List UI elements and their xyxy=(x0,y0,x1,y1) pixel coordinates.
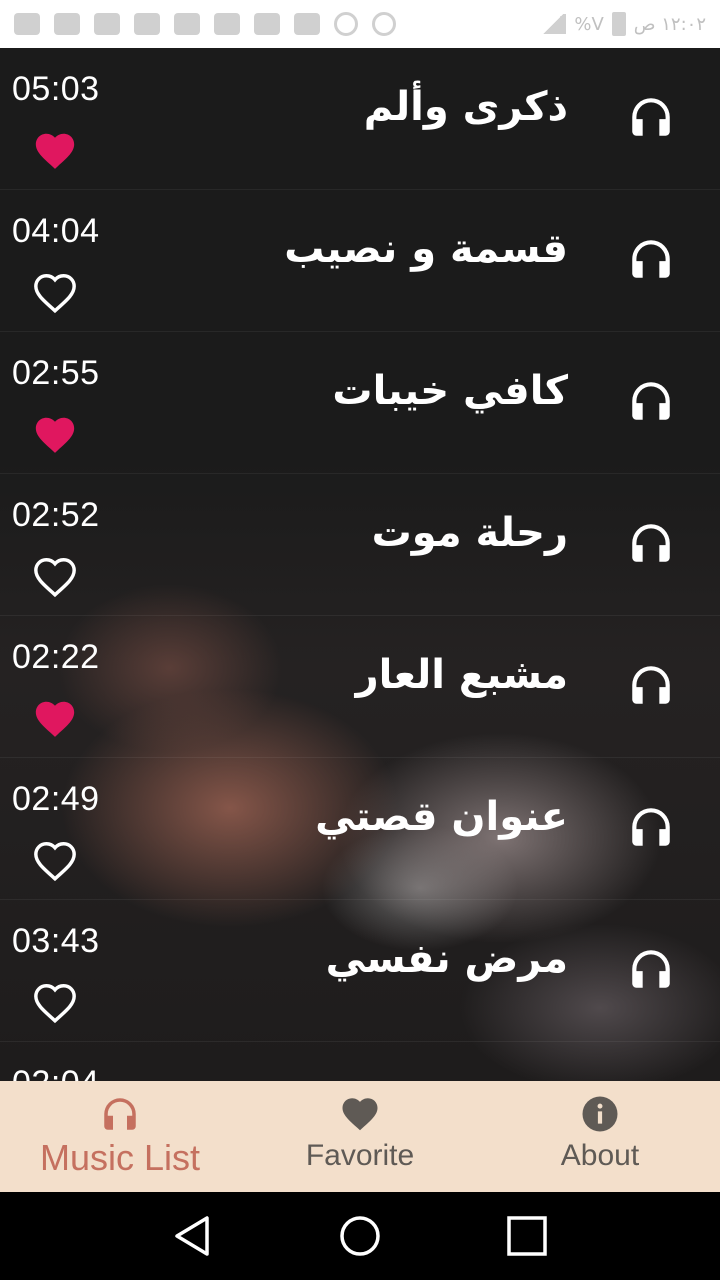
track-duration: 04:04 xyxy=(12,212,100,250)
status-bar: %V ١٢:٠٢ ص xyxy=(0,0,720,48)
image-icon xyxy=(214,13,240,35)
track-row[interactable]: 02:22 مشبع العار xyxy=(0,616,720,758)
home-circle-icon[interactable] xyxy=(338,1214,382,1258)
sync-icon xyxy=(334,12,358,36)
message-icon xyxy=(294,13,320,35)
headphones-icon[interactable] xyxy=(626,92,676,142)
notification-icon xyxy=(14,13,40,35)
heart-filled-icon[interactable] xyxy=(30,128,80,174)
battery-icon xyxy=(611,12,626,36)
headphones-icon[interactable] xyxy=(626,944,676,994)
track-row[interactable]: 02:04 xyxy=(0,1042,720,1081)
track-title: رحلة موت xyxy=(371,510,568,556)
nav-music-list-label: Music List xyxy=(39,1137,201,1178)
heart-outline-icon[interactable] xyxy=(30,980,80,1026)
heart-filled-icon[interactable] xyxy=(30,696,80,742)
track-title: ذكرى وألم xyxy=(363,84,568,130)
track-row[interactable]: 03:43 مرض نفسي xyxy=(0,900,720,1042)
signal-icon xyxy=(540,14,567,34)
heart-icon xyxy=(342,1098,378,1131)
track-list[interactable]: 05:03 ذكرى وألم 04:04 قسمة و نصيب 02:55 كافي … xyxy=(0,48,720,1081)
clock: ١٢:٠٢ ص xyxy=(633,13,706,35)
track-title: عنوان قصتي xyxy=(315,794,568,840)
back-triangle-icon[interactable] xyxy=(171,1214,215,1258)
track-row[interactable]: 02:52 رحلة موت xyxy=(0,474,720,616)
track-duration: 02:04 xyxy=(12,1064,100,1081)
track-duration: 02:49 xyxy=(12,780,100,818)
heart-outline-icon[interactable] xyxy=(30,838,80,884)
heart-outline-icon[interactable] xyxy=(30,554,80,600)
heart-filled-icon[interactable] xyxy=(30,412,80,458)
track-duration: 05:03 xyxy=(12,70,100,108)
notification-icons xyxy=(14,12,396,36)
twitter-icon xyxy=(254,13,280,35)
track-duration: 02:52 xyxy=(12,496,100,534)
headphones-icon[interactable] xyxy=(626,660,676,710)
track-row[interactable]: 05:03 ذكرى وألم xyxy=(0,48,720,190)
track-duration: 02:22 xyxy=(12,638,100,676)
nav-about-label: About xyxy=(560,1139,640,1172)
nav-favorite-label: Favorite xyxy=(305,1139,415,1172)
bottom-navigation: Music List Favorite About xyxy=(0,1081,720,1192)
nav-music-list[interactable]: Music List xyxy=(0,1081,240,1192)
track-row[interactable]: 04:04 قسمة و نصيب xyxy=(0,190,720,332)
track-title: مشبع العار xyxy=(355,652,568,698)
system-navigation-bar xyxy=(0,1192,720,1280)
nav-about[interactable]: About xyxy=(480,1081,720,1192)
nav-favorite[interactable]: Favorite xyxy=(240,1081,480,1192)
track-duration: 03:43 xyxy=(12,922,100,960)
track-row[interactable]: 02:55 كافي خيبات xyxy=(0,332,720,474)
heart-outline-icon[interactable] xyxy=(30,270,80,316)
track-duration: 02:55 xyxy=(12,354,100,392)
headphones-icon[interactable] xyxy=(626,234,676,284)
track-title: قسمة و نصيب xyxy=(284,226,568,272)
track-row[interactable]: 02:49 عنوان قصتي xyxy=(0,758,720,900)
track-title: مرض نفسي xyxy=(325,936,568,982)
system-status: %V ١٢:٠٢ ص xyxy=(540,12,706,36)
camera-icon xyxy=(94,13,120,35)
camera-icon xyxy=(174,13,200,35)
headphones-icon xyxy=(104,1098,136,1130)
info-icon xyxy=(582,1096,618,1132)
headphones-icon[interactable] xyxy=(626,376,676,426)
usb-icon xyxy=(54,13,80,35)
headphones-icon[interactable] xyxy=(626,518,676,568)
recents-square-icon[interactable] xyxy=(505,1214,549,1258)
camera-icon xyxy=(134,13,160,35)
battery-percent: %V xyxy=(574,13,604,35)
headphones-icon[interactable] xyxy=(626,802,676,852)
alarm-icon xyxy=(372,12,396,36)
track-title: كافي خيبات xyxy=(332,368,568,414)
